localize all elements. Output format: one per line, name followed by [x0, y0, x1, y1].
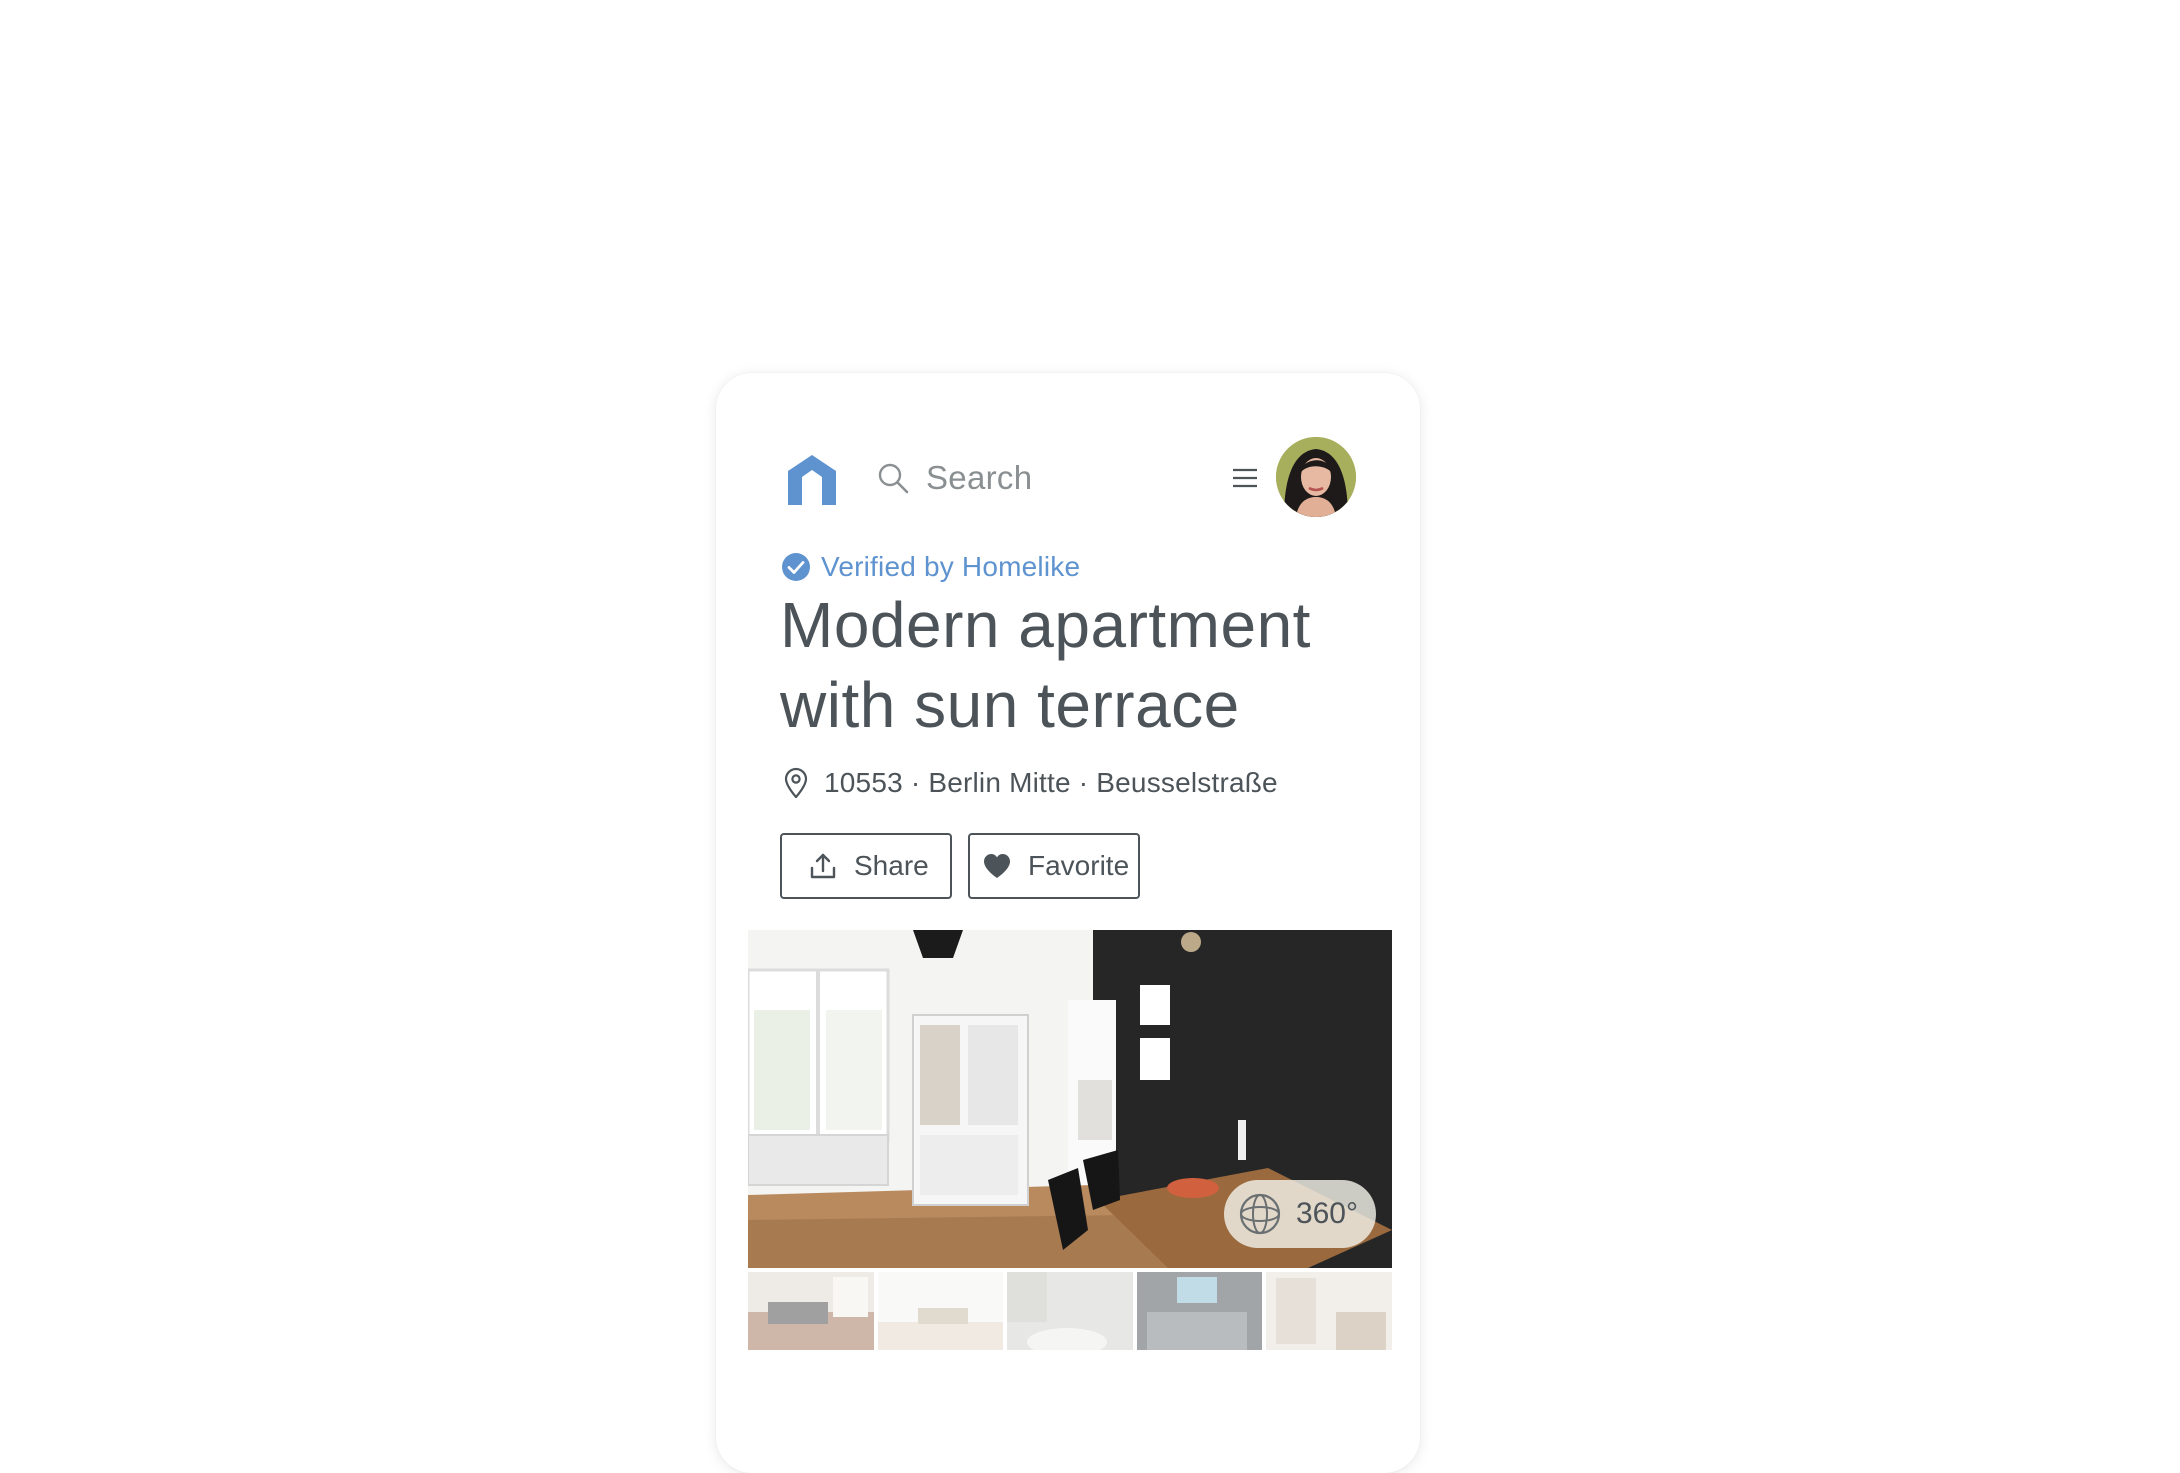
favorite-label: Favorite: [1028, 850, 1130, 881]
360-tour-icon: [1239, 1193, 1281, 1235]
location-text: 10553 · Berlin Mitte · Beusselstraße: [824, 767, 1278, 798]
thumbnail-image: [1266, 1272, 1392, 1350]
verified-label: Verified by Homelike: [821, 551, 1081, 582]
share-button[interactable]: Share: [780, 833, 952, 899]
thumbnail-image: [748, 1272, 874, 1350]
listing-title: Modern apartment with sun terrace: [780, 589, 1311, 741]
thumbnail-2[interactable]: [877, 1272, 1004, 1350]
thumbnail-strip: [748, 1272, 1392, 1350]
verified-check-icon: [782, 553, 810, 581]
tour-360-label: 360°: [1295, 1197, 1358, 1230]
listing-location: 10553 · Berlin Mitte · Beusselstraße: [782, 767, 1278, 799]
share-label: Share: [854, 850, 929, 881]
thumbnail-image: [1136, 1272, 1263, 1350]
search-icon: [878, 463, 909, 494]
heart-icon: [984, 854, 1010, 878]
share-upload-icon: [810, 853, 836, 879]
homelike-logo-icon[interactable]: [784, 451, 840, 507]
thumbnail-3[interactable]: [1007, 1272, 1133, 1350]
thumbnail-4[interactable]: [1136, 1272, 1263, 1350]
tour-360-button[interactable]: 360°: [1223, 1180, 1376, 1248]
thumbnail-image: [877, 1272, 1004, 1350]
thumbnail-5[interactable]: [1266, 1272, 1392, 1350]
hamburger-menu-icon[interactable]: [1232, 467, 1258, 489]
main-photo[interactable]: 360°: [748, 930, 1392, 1268]
verified-badge: Verified by Homelike: [781, 551, 1080, 583]
user-avatar[interactable]: [1276, 437, 1356, 517]
search-placeholder[interactable]: Search: [926, 459, 1032, 497]
avatar-image: [1276, 437, 1356, 517]
thumbnail-1[interactable]: [748, 1272, 874, 1350]
map-pin-icon: [784, 767, 808, 799]
thumbnail-image: [1007, 1272, 1133, 1350]
favorite-button[interactable]: Favorite: [968, 833, 1140, 899]
search-bar[interactable]: Search: [876, 453, 1032, 503]
listing-card: Search Verified by Homelike Modern apart…: [716, 373, 1420, 1473]
